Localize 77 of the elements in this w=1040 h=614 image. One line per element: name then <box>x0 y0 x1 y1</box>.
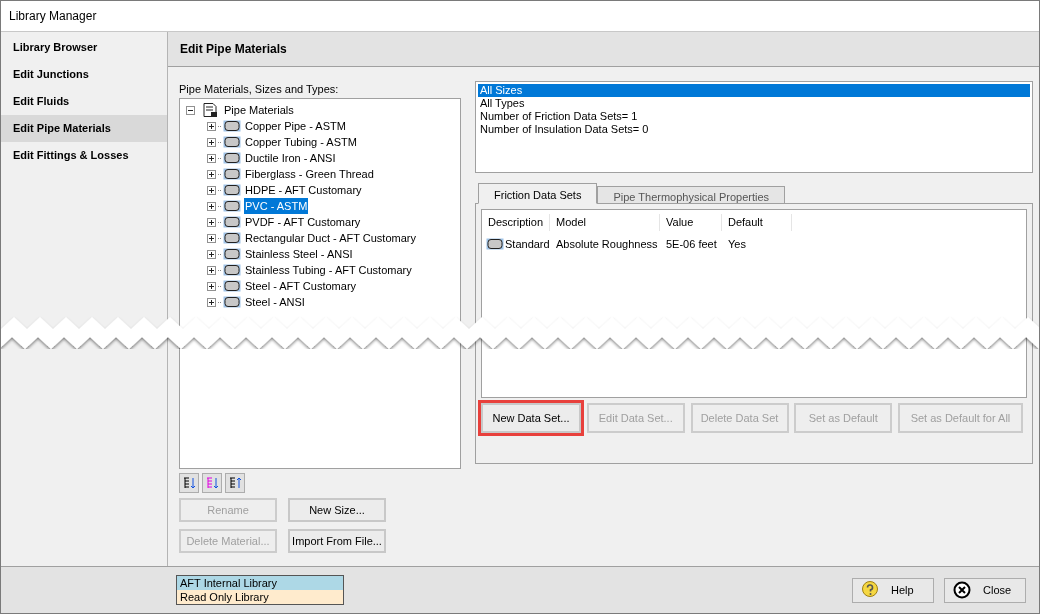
table-cell-text: 5E-06 feet <box>665 236 718 252</box>
expand-icon[interactable] <box>207 281 216 291</box>
expand-icon[interactable] <box>207 265 216 275</box>
expand-icon[interactable] <box>207 297 216 307</box>
pipe-icon <box>223 264 241 276</box>
tree-item[interactable]: Rectangular Duct - AFT Customary <box>244 229 417 247</box>
close-icon <box>953 581 971 599</box>
window-title: Library Manager <box>9 8 97 25</box>
sort-up-icon <box>228 476 242 490</box>
list-item[interactable]: Number of Friction Data Sets= 1 <box>478 110 1030 123</box>
tree-label: Pipe Materials, Sizes and Types: <box>179 82 340 97</box>
sidebar-item[interactable]: Library Browser <box>1 34 167 61</box>
table-cell-text: Standard <box>505 236 550 252</box>
collapse-icon[interactable] <box>186 105 195 115</box>
column-header[interactable]: Model <box>550 214 660 231</box>
expand-icon[interactable] <box>207 201 216 211</box>
close-button[interactable]: Close <box>944 577 1026 603</box>
tree-tool-button[interactable] <box>202 473 222 493</box>
tab[interactable]: Pipe Thermophysical Properties <box>597 186 786 204</box>
button[interactable]: New Data Set... <box>481 403 581 433</box>
tree-tool-button[interactable] <box>179 473 199 493</box>
tree-item[interactable]: HDPE - AFT Customary <box>244 181 363 199</box>
tree-item[interactable]: Stainless Steel - ANSI <box>244 245 354 263</box>
tree-item[interactable]: PVC - ASTM <box>244 197 309 215</box>
expand-icon[interactable] <box>207 121 216 131</box>
help-icon <box>861 581 879 599</box>
legend-item: Read Only Library <box>177 590 343 604</box>
tab[interactable]: Friction Data Sets <box>478 183 598 204</box>
tree-tool-button[interactable] <box>225 473 245 493</box>
list-item[interactable]: All Types <box>478 97 1030 110</box>
sort-down-icon <box>182 476 196 490</box>
tree-button[interactable]: Import From File... <box>288 529 386 553</box>
legend-item: AFT Internal Library <box>177 576 343 590</box>
tree-item[interactable]: Copper Pipe - ASTM <box>244 117 347 135</box>
list-item[interactable]: All Sizes <box>478 84 1030 97</box>
pipe-icon <box>223 120 241 132</box>
tree-button[interactable]: New Size... <box>288 498 386 522</box>
expand-icon[interactable] <box>207 185 216 195</box>
sidebar-item[interactable]: Edit Fittings & Losses <box>1 142 167 169</box>
column-header[interactable]: Default <box>722 214 792 231</box>
section-title: Edit Pipe Materials <box>180 41 287 58</box>
help-button[interactable]: Help <box>852 577 934 603</box>
pipe-icon <box>223 136 241 148</box>
pipe-icon <box>223 168 241 180</box>
table-cell-text: Absolute Roughness <box>555 236 659 252</box>
column-header[interactable]: Description <box>482 214 550 231</box>
tree-item[interactable]: PVDF - AFT Customary <box>244 213 362 231</box>
expand-icon[interactable] <box>207 233 216 243</box>
sort-down-icon <box>205 476 219 490</box>
column-header[interactable]: Value <box>660 214 722 231</box>
table-cell-text: Yes <box>727 236 747 252</box>
tree-item[interactable]: Stainless Tubing - AFT Customary <box>244 261 413 279</box>
pipe-icon <box>223 200 241 212</box>
sidebar-item[interactable]: Edit Junctions <box>1 61 167 88</box>
document-icon <box>202 102 218 118</box>
tree-item[interactable]: Pipe Materials <box>224 101 294 119</box>
expand-icon[interactable] <box>207 217 216 227</box>
pipe-icon <box>223 280 241 292</box>
pipe-icon <box>223 216 241 228</box>
tree-item[interactable]: Copper Tubing - ASTM <box>244 133 358 151</box>
expand-icon[interactable] <box>207 137 216 147</box>
tree-item[interactable]: Ductile Iron - ANSI <box>244 149 337 167</box>
expand-icon[interactable] <box>207 249 216 259</box>
sidebar-item[interactable]: Edit Pipe Materials <box>1 115 167 142</box>
pipe-icon <box>223 232 241 244</box>
tree-item[interactable]: Steel - AFT Customary <box>244 277 358 295</box>
tree-item[interactable]: Fiberglass - Green Thread <box>244 165 375 183</box>
tree-item[interactable]: Steel - ANSI <box>244 293 306 311</box>
list-item[interactable]: Number of Insulation Data Sets= 0 <box>478 123 1030 136</box>
pipe-icon <box>223 296 241 308</box>
pipe-icon <box>223 184 241 196</box>
pipe-icon <box>223 248 241 260</box>
expand-icon[interactable] <box>207 153 216 163</box>
sidebar-item[interactable]: Edit Fluids <box>1 88 167 115</box>
pipe-icon <box>486 238 504 250</box>
pipe-icon <box>223 152 241 164</box>
expand-icon[interactable] <box>207 169 216 179</box>
